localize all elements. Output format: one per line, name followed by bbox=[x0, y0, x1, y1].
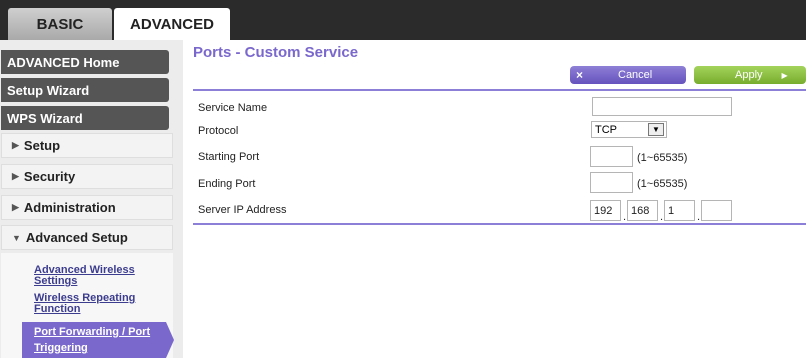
server-ip-label: Server IP Address bbox=[198, 204, 287, 216]
close-icon: × bbox=[576, 68, 584, 82]
ending-port-range: (1~65535) bbox=[637, 178, 688, 190]
protocol-select[interactable]: TCP ▼ bbox=[591, 121, 667, 138]
ip-octet-4-input[interactable] bbox=[701, 200, 732, 221]
service-name-input[interactable] bbox=[592, 97, 732, 116]
dropdown-arrow-icon: ▼ bbox=[648, 123, 664, 136]
ip-separator: . bbox=[660, 211, 664, 223]
router-admin-page: BASIC ADVANCED ADVANCED Home Setup Wizar… bbox=[0, 0, 806, 358]
apply-button-label: Apply bbox=[735, 69, 763, 81]
ip-separator: . bbox=[623, 211, 627, 223]
sidebar-item-label: Setup Wizard bbox=[7, 82, 90, 98]
play-arrow-icon: ▶ bbox=[781, 70, 788, 80]
protocol-selected-value: TCP bbox=[595, 123, 617, 136]
protocol-label: Protocol bbox=[198, 125, 239, 137]
sublink-line: Function bbox=[34, 303, 81, 315]
sublink-advanced-wireless-settings[interactable]: Advanced Wireless Settings bbox=[34, 265, 135, 287]
service-name-label: Service Name bbox=[198, 102, 268, 114]
ip-octet-3-input[interactable]: 1 bbox=[664, 200, 695, 221]
tab-basic[interactable]: BASIC bbox=[8, 8, 112, 40]
sublink-line: Port Forwarding / Port bbox=[34, 326, 151, 338]
sublink-wireless-repeating-function[interactable]: Wireless Repeating Function bbox=[34, 293, 135, 315]
ip-separator: . bbox=[697, 211, 701, 223]
cancel-button-label: Cancel bbox=[618, 69, 653, 81]
tab-advanced[interactable]: ADVANCED bbox=[114, 8, 230, 40]
sidebar-item-label: Security bbox=[23, 169, 76, 184]
sidebar-item-label: Administration bbox=[23, 200, 116, 215]
active-submenu-pointer bbox=[166, 322, 174, 358]
ip-octet-2-input[interactable]: 168 bbox=[627, 200, 658, 221]
ip-octet-1-input[interactable]: 192 bbox=[590, 200, 621, 221]
sublink-line: Settings bbox=[34, 275, 78, 287]
chevron-down-icon: ▼ bbox=[12, 232, 21, 243]
cancel-button[interactable]: × Cancel bbox=[570, 66, 686, 84]
sidebar-item-setup-wizard[interactable]: Setup Wizard bbox=[1, 78, 169, 102]
starting-port-label: Starting Port bbox=[198, 151, 260, 163]
chevron-right-icon: ▶ bbox=[12, 140, 19, 150]
sidebar-item-administration[interactable]: ▶ Administration bbox=[1, 195, 173, 220]
sidebar-item-label: Setup bbox=[23, 138, 61, 153]
sidebar-item-advanced-setup[interactable]: ▼ Advanced Setup bbox=[1, 225, 173, 250]
sidebar-item-label: WPS Wizard bbox=[7, 110, 83, 126]
sidebar-item-setup[interactable]: ▶ Setup bbox=[1, 133, 173, 158]
starting-port-range: (1~65535) bbox=[637, 152, 688, 164]
chevron-right-icon: ▶ bbox=[12, 171, 19, 181]
sublink-port-forwarding-triggering[interactable]: Port Forwarding / Port Triggering bbox=[34, 327, 150, 354]
sidebar-item-advanced-home[interactable]: ADVANCED Home bbox=[1, 50, 169, 74]
sidebar-item-security[interactable]: ▶ Security bbox=[1, 164, 173, 189]
ending-port-label: Ending Port bbox=[198, 178, 256, 190]
sidebar-item-wps-wizard[interactable]: WPS Wizard bbox=[1, 106, 169, 130]
sidebar-item-label: Advanced Setup bbox=[25, 230, 128, 245]
sublink-line: Triggering bbox=[34, 342, 88, 354]
starting-port-input[interactable] bbox=[590, 146, 633, 167]
chevron-right-icon: ▶ bbox=[12, 202, 19, 212]
apply-button[interactable]: Apply ▶ bbox=[694, 66, 806, 84]
ending-port-input[interactable] bbox=[590, 172, 633, 193]
sidebar-item-label: ADVANCED Home bbox=[7, 54, 120, 70]
top-tab-bar: BASIC ADVANCED bbox=[0, 0, 806, 40]
divider-top bbox=[193, 89, 806, 91]
page-title: Ports - Custom Service bbox=[193, 44, 359, 61]
sidebar: ADVANCED Home Setup Wizard WPS Wizard ▶ … bbox=[0, 40, 183, 358]
divider-bottom bbox=[193, 223, 806, 225]
